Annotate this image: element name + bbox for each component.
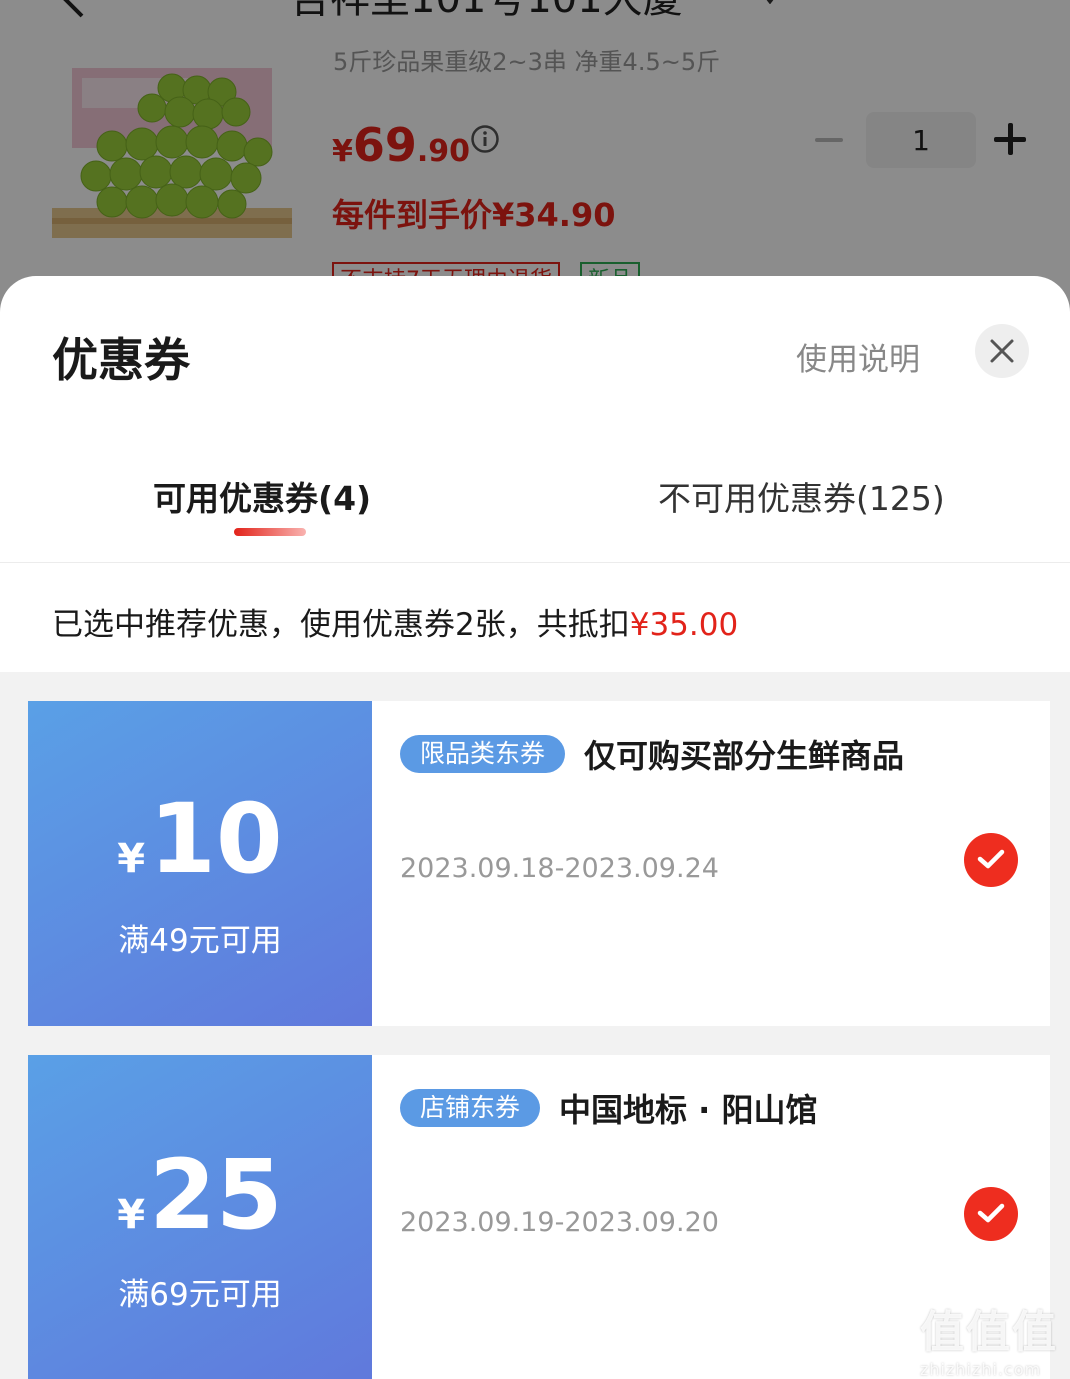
coupon-selected-checkbox[interactable] — [964, 833, 1018, 887]
sheet-title: 优惠券 — [52, 333, 190, 387]
coupon-currency: ¥ — [117, 836, 146, 882]
coupon-amount: ¥25 — [28, 1139, 372, 1251]
coupon-type-badge: 限品类东券 — [400, 735, 566, 773]
coupon-description: 中国地标 · 阳山馆 — [559, 1091, 818, 1129]
close-button[interactable] — [975, 324, 1029, 378]
active-tab-indicator — [234, 528, 306, 536]
coupon-amount-value: 10 — [149, 783, 283, 895]
coupon-validity-dates: 2023.09.19-2023.09.20 — [400, 1207, 719, 1238]
coupon-currency: ¥ — [117, 1192, 146, 1238]
coupon-value-panel: ¥25 满69元可用 — [22, 1055, 372, 1379]
usage-instructions-link[interactable]: 使用说明 — [796, 334, 920, 379]
summary-amount: ¥35.00 — [629, 607, 739, 643]
coupon-type-badge: 店铺东券 — [400, 1089, 541, 1127]
coupon-threshold: 满69元可用 — [118, 1277, 282, 1313]
coupon-amount: ¥10 — [28, 783, 372, 895]
tab-available-coupons[interactable]: 可用优惠券(4) — [153, 472, 371, 520]
coupon-selected-checkbox[interactable] — [964, 1187, 1018, 1241]
discount-summary: 已选中推荐优惠，使用优惠券2张，共抵扣¥35.00 — [0, 562, 1070, 673]
coupon-description: 仅可购买部分生鲜商品 — [584, 737, 905, 775]
modal-backdrop[interactable] — [0, 0, 1070, 320]
watermark-logo: 值值值 — [920, 1307, 1058, 1358]
coupon-sheet: 优惠券 使用说明 可用优惠券(4) 不可用优惠券(125) 已选中推荐优惠，使用… — [0, 276, 1070, 1379]
checkmark-icon — [977, 1203, 1005, 1223]
product-page-background: 吉祥里101号101大厦 5斤珍品果重级2~3串 净重4.5~5斤 ¥69.90… — [0, 0, 1070, 320]
coupon-amount-value: 25 — [149, 1139, 283, 1251]
coupon-threshold: 满49元可用 — [118, 923, 282, 959]
coupon-card[interactable]: ¥10 满49元可用 限品类东券 仅可购买部分生鲜商品 2023.09.18-2… — [22, 701, 1050, 1026]
summary-label: 已选中推荐优惠，使用优惠券2张，共抵扣 — [52, 607, 630, 643]
site-watermark: 值值值 zhizhizhi.com — [920, 1296, 1060, 1379]
coupon-card[interactable]: ¥25 满69元可用 店铺东券 中国地标 · 阳山馆 2023.09.19-20… — [22, 1055, 1050, 1379]
coupon-value-panel: ¥10 满49元可用 — [22, 701, 372, 1026]
checkmark-icon — [977, 849, 1005, 869]
tab-unavailable-coupons[interactable]: 不可用优惠券(125) — [658, 472, 945, 520]
coupon-list: ¥10 满49元可用 限品类东券 仅可购买部分生鲜商品 2023.09.18-2… — [0, 672, 1070, 1379]
summary-text: 已选中推荐优惠，使用优惠券2张，共抵扣¥35.00 — [52, 599, 738, 644]
watermark-url: zhizhizhi.com — [920, 1360, 1042, 1379]
coupon-validity-dates: 2023.09.18-2023.09.24 — [400, 853, 719, 884]
close-icon — [990, 339, 1014, 363]
